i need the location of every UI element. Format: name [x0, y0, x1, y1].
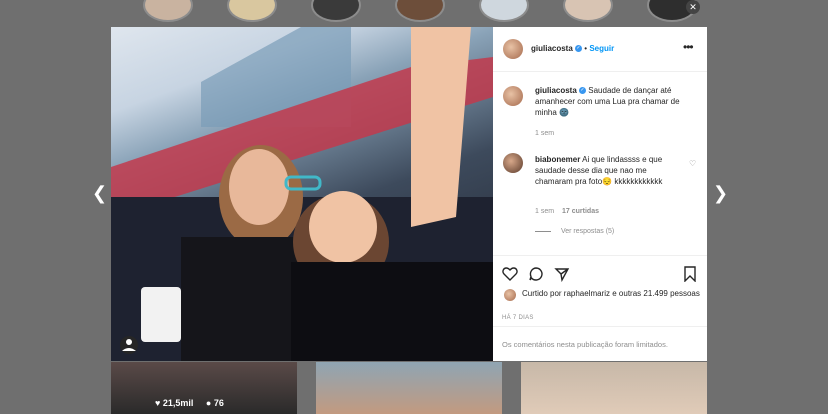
post-header: giuliacosta ✓ • Seguir •••	[493, 27, 707, 72]
grid-comments: 76	[213, 398, 224, 408]
comments-disabled-notice: Os comentários nesta publicação foram li…	[502, 340, 668, 349]
grid-likes: 21,5mil	[162, 398, 194, 408]
story-thumbnail[interactable]	[143, 0, 193, 22]
comment-heart-icon[interactable]: ♡	[689, 159, 696, 168]
verified-icon: ✓	[575, 45, 583, 53]
comment-username[interactable]: biabonemer	[535, 155, 580, 164]
grid-thumbnail[interactable]	[316, 362, 502, 414]
divider	[493, 255, 707, 256]
story-thumbnail[interactable]	[479, 0, 529, 22]
share-icon[interactable]	[554, 266, 570, 282]
avatar[interactable]	[503, 39, 523, 59]
story-thumbnail[interactable]	[311, 0, 361, 22]
divider	[493, 326, 707, 327]
caption: giuliacosta ✓ Saudade de dançar até aman…	[535, 85, 700, 118]
heart-icon: ♥	[155, 398, 161, 408]
comment-icon[interactable]	[528, 266, 544, 282]
story-thumbnail[interactable]	[395, 0, 445, 22]
grid-thumbnail[interactable]: ♥ 21,5mil ● 76	[111, 362, 297, 414]
story-thumbnail[interactable]	[227, 0, 277, 22]
bookmark-icon[interactable]	[683, 266, 697, 282]
heart-icon[interactable]	[502, 266, 518, 282]
caption-time: 1 sem	[535, 130, 555, 137]
close-icon[interactable]: ✕	[686, 0, 700, 14]
post-date: HÁ 7 DIAS	[502, 315, 534, 321]
photo-illustration	[111, 27, 493, 361]
chevron-left-icon[interactable]: ❮	[92, 183, 107, 204]
post-sidebar: giuliacosta ✓ • Seguir ••• giuliacosta ✓…	[493, 27, 707, 361]
verified-icon: ✓	[579, 87, 587, 95]
comment: biabonemer Ai que lindassss e que saudad…	[535, 154, 667, 187]
avatar[interactable]	[503, 153, 523, 173]
view-replies-button[interactable]: Ver respostas (5)	[561, 228, 614, 235]
liker-avatar[interactable]	[504, 289, 516, 301]
liked-by[interactable]: Curtido por raphaelmariz e outras 21.499…	[522, 288, 702, 299]
more-icon[interactable]: •••	[683, 40, 694, 54]
post-photo[interactable]	[111, 27, 493, 361]
post-modal: giuliacosta ✓ • Seguir ••• giuliacosta ✓…	[111, 27, 707, 361]
comment-time: 1 sem	[535, 208, 555, 215]
comment-icon: ●	[205, 398, 212, 408]
follow-button[interactable]: Seguir	[589, 44, 614, 53]
username[interactable]: giuliacosta	[531, 44, 573, 53]
grid-thumbnail[interactable]	[521, 362, 707, 414]
chevron-right-icon[interactable]: ❯	[713, 183, 728, 204]
caption-username[interactable]: giuliacosta	[535, 86, 577, 95]
avatar[interactable]	[503, 86, 523, 106]
story-thumbnail[interactable]	[563, 0, 613, 22]
comment-likes[interactable]: 17 curtidas	[562, 208, 599, 215]
